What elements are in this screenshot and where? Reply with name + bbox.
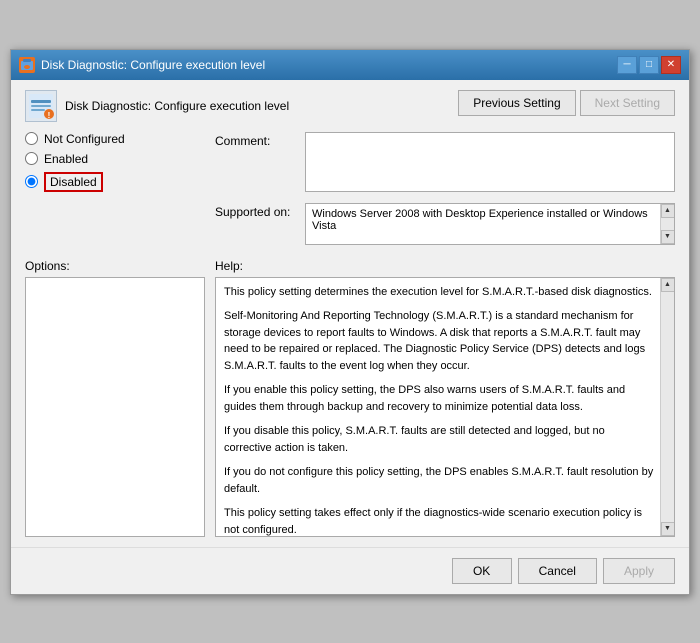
title-bar: Disk Diagnostic: Configure execution lev…	[11, 50, 689, 80]
scroll-down-arrow[interactable]: ▼	[661, 230, 675, 244]
enabled-radio[interactable]	[25, 152, 38, 165]
not-configured-radio[interactable]	[25, 132, 38, 145]
next-setting-button[interactable]: Next Setting	[580, 90, 675, 116]
supported-box: Windows Server 2008 with Desktop Experie…	[305, 203, 675, 245]
help-para-5: If you do not configure this policy sett…	[224, 464, 654, 497]
header-row: ! Disk Diagnostic: Configure execution l…	[25, 90, 675, 122]
help-scroll-up[interactable]: ▲	[661, 278, 675, 292]
help-scroll-track	[661, 292, 675, 522]
radio-section: Not Configured Enabled Disabled	[25, 132, 205, 192]
disabled-radio[interactable]	[25, 175, 38, 188]
previous-setting-button[interactable]: Previous Setting	[458, 90, 575, 116]
help-para-2: Self-Monitoring And Reporting Technology…	[224, 308, 654, 374]
right-panel: Comment: Supported on: Windows Server 20…	[215, 132, 675, 253]
window-icon	[19, 57, 35, 73]
bottom-section: Options: Help: This policy setting deter…	[25, 259, 675, 537]
help-panel: Help: This policy setting determines the…	[215, 259, 675, 537]
minimize-button[interactable]: ─	[617, 56, 637, 74]
help-box: This policy setting determines the execu…	[215, 277, 675, 537]
footer: OK Cancel Apply	[11, 547, 689, 594]
disabled-label[interactable]: Disabled	[50, 175, 97, 189]
options-panel: Options:	[25, 259, 205, 537]
header-buttons: Previous Setting Next Setting	[458, 90, 675, 116]
help-para-1: This policy setting determines the execu…	[224, 284, 654, 301]
options-box	[25, 277, 205, 537]
ok-button[interactable]: OK	[452, 558, 512, 584]
enabled-label[interactable]: Enabled	[44, 152, 88, 166]
enabled-radio-item: Enabled	[25, 152, 205, 166]
not-configured-radio-item: Not Configured	[25, 132, 205, 146]
scroll-up-arrow[interactable]: ▲	[661, 204, 675, 218]
help-text: This policy setting determines the execu…	[216, 278, 674, 537]
help-scroll-down[interactable]: ▼	[661, 522, 675, 536]
help-label: Help:	[215, 259, 675, 273]
help-para-3: If you enable this policy setting, the D…	[224, 382, 654, 415]
supported-row: Supported on: Windows Server 2008 with D…	[215, 203, 675, 245]
policy-icon: !	[25, 90, 57, 122]
supported-label: Supported on:	[215, 203, 305, 219]
cancel-button[interactable]: Cancel	[518, 558, 597, 584]
apply-button[interactable]: Apply	[603, 558, 675, 584]
options-label: Options:	[25, 259, 205, 273]
help-para-6: This policy setting takes effect only if…	[224, 505, 654, 537]
supported-text: Windows Server 2008 with Desktop Experie…	[306, 204, 674, 236]
comment-label: Comment:	[215, 132, 305, 148]
maximize-button[interactable]: □	[639, 56, 659, 74]
window-title: Disk Diagnostic: Configure execution lev…	[41, 58, 265, 72]
help-scrollbar[interactable]: ▲ ▼	[660, 278, 674, 536]
help-para-4: If you disable this policy, S.M.A.R.T. f…	[224, 423, 654, 456]
comment-row: Comment:	[215, 132, 675, 195]
svg-text:!: !	[48, 111, 51, 120]
dialog-window: Disk Diagnostic: Configure execution lev…	[10, 49, 690, 595]
supported-scrollbar[interactable]: ▲ ▼	[660, 204, 674, 244]
header-title: Disk Diagnostic: Configure execution lev…	[65, 99, 289, 113]
header-title-area: ! Disk Diagnostic: Configure execution l…	[25, 90, 458, 122]
close-button[interactable]: ✕	[661, 56, 681, 74]
dialog-content: ! Disk Diagnostic: Configure execution l…	[11, 80, 689, 547]
title-bar-left: Disk Diagnostic: Configure execution lev…	[19, 57, 265, 73]
comment-textarea[interactable]	[305, 132, 675, 192]
disabled-radio-item: Disabled	[25, 172, 205, 192]
title-bar-buttons: ─ □ ✕	[617, 56, 681, 74]
scroll-track	[661, 218, 675, 230]
not-configured-label[interactable]: Not Configured	[44, 132, 125, 146]
